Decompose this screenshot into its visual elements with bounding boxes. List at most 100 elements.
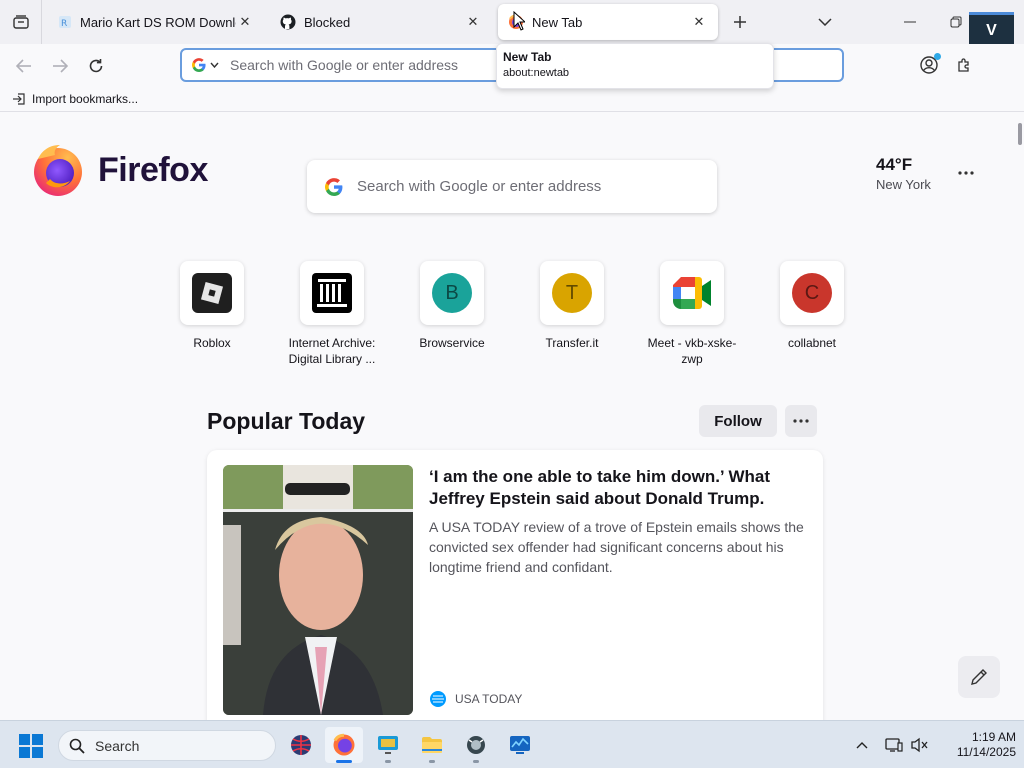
mouse-cursor-icon [513,11,525,31]
firefox-logo: Firefox [32,143,208,197]
shortcut-label: Browservice [419,336,485,350]
shortcut-tile[interactable] [660,261,724,325]
plus-icon [734,16,746,28]
section-title: Popular Today [207,408,366,434]
tab-mario-kart[interactable]: R Mario Kart DS ROM Download ✕ [48,4,264,40]
tooltip-url: about:newtab [503,67,570,79]
shortcut-label: Internet Archive: Digital Library ... [288,336,376,366]
github-icon [280,14,296,30]
monitor-app-icon [510,736,530,754]
tab-overview-button[interactable] [0,0,42,44]
overlay-window-header[interactable]: V [969,12,1014,46]
shortcut-tile[interactable]: B [420,261,484,325]
svg-text:R: R [61,19,67,29]
restore-button[interactable] [942,10,970,34]
account-button[interactable] [916,52,942,78]
usa-today-logo-icon [430,691,446,707]
home-search-input[interactable] [357,178,677,195]
new-tab-button[interactable] [728,10,752,34]
more-horizontal-icon [958,171,974,175]
back-button[interactable] [10,52,38,80]
tab-close-icon[interactable]: ✕ [690,13,708,31]
import-bookmarks-link[interactable]: Import bookmarks... [32,92,138,106]
tray-overflow-button[interactable] [852,735,872,755]
shortcut-google-meet[interactable]: Meet - vkb-xske-zwp [637,261,747,367]
chevron-down-icon [818,18,832,26]
shortcut-tile[interactable] [300,261,364,325]
taskbar-search[interactable] [58,730,276,761]
globe-app-icon [291,735,311,755]
forward-button[interactable] [46,52,74,80]
tab-strip: R Mario Kart DS ROM Download ✕ Blocked ✕… [0,0,1024,44]
section-more-button[interactable] [785,405,817,437]
import-icon [13,92,25,105]
letter-avatar: B [432,273,472,313]
page-menu-button[interactable] [953,163,979,183]
tab-new-tab[interactable]: New Tab ✕ [498,4,718,40]
reload-icon [89,59,103,73]
notification-dot [934,53,941,60]
more-horizontal-icon [793,419,809,423]
tray-network-button[interactable] [884,735,904,755]
tab-close-icon[interactable]: ✕ [464,13,482,31]
home-search-box[interactable] [307,160,717,213]
taskbar-app-firefox[interactable] [325,727,363,763]
shortcut-label: Transfer.it [545,336,599,350]
system-clock[interactable]: 1:19 AM 11/14/2025 [938,730,1016,760]
search-icon [69,738,85,754]
shortcut-label: Meet - vkb-xske-zwp [647,336,737,366]
firefox-logo-icon [34,145,82,196]
tooltip-title: New Tab [503,50,552,64]
customize-button[interactable] [958,656,1000,698]
page-scrollbar[interactable] [1016,113,1024,720]
shortcut-tile[interactable] [180,261,244,325]
follow-button[interactable]: Follow [699,405,777,437]
tab-tooltip: New Tab about:newtab [496,43,774,89]
speaker-muted-icon [911,737,928,753]
running-indicator [473,760,479,763]
running-indicator [336,760,352,763]
shortcut-tile[interactable]: C [780,261,844,325]
taskbar-app-store[interactable] [369,727,407,763]
search-engine-selector[interactable] [192,58,230,72]
internet-archive-icon [312,273,352,313]
tab-title: New Tab [532,14,583,30]
shortcut-transfer[interactable]: T Transfer.it [517,261,627,351]
taskbar-app-monitor[interactable] [501,727,539,763]
taskbar-search-input[interactable] [95,737,245,754]
tab-close-icon[interactable]: ✕ [236,13,254,31]
top-sites: Roblox Internet Archive: Digital Library… [0,261,1024,371]
restore-icon [950,16,962,28]
list-all-tabs-button[interactable] [814,12,836,32]
tray-volume-button[interactable] [910,735,930,755]
tab-blocked[interactable]: Blocked ✕ [270,4,492,40]
shortcut-tile[interactable]: T [540,261,604,325]
weather-widget[interactable]: 44°F New York [876,155,931,192]
network-icon [885,738,903,752]
story-image[interactable] [223,465,413,715]
chevron-down-icon [210,62,219,68]
taskbar-app-camera[interactable] [457,727,495,763]
google-meet-icon [673,277,711,309]
url-input[interactable] [230,57,470,73]
start-button[interactable] [18,733,44,759]
story-source: USA TODAY [429,690,522,708]
scrollbar-thumb[interactable] [1018,123,1022,145]
camera-app-icon [467,736,485,754]
shortcut-roblox[interactable]: Roblox [157,261,267,351]
shortcut-label: Roblox [193,336,231,350]
tab-title: Mario Kart DS ROM Download [80,14,236,30]
story-headline[interactable]: ‘I am the one able to take him down.’ Wh… [429,466,799,510]
shortcut-browservice[interactable]: B Browservice [397,261,507,351]
reload-button[interactable] [82,52,110,80]
folder-icon [422,737,442,753]
shortcut-label: collabnet [787,336,837,350]
running-indicator [385,760,391,763]
shortcut-collabnet[interactable]: C collabnet [757,261,867,351]
shortcut-internet-archive[interactable]: Internet Archive: Digital Library ... [277,261,387,367]
minimize-button[interactable] [896,10,924,34]
taskbar-app-globe[interactable] [282,727,320,763]
extensions-button[interactable] [954,52,974,78]
story-card[interactable]: ‘I am the one able to take him down.’ Wh… [207,450,823,720]
taskbar-app-file-explorer[interactable] [413,727,451,763]
